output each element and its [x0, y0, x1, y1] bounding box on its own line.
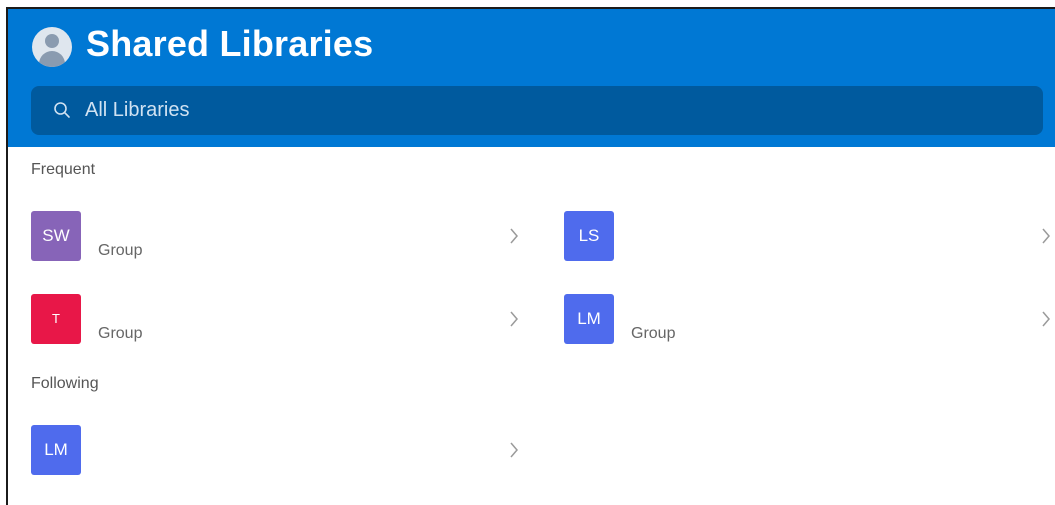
section-label-following: Following [31, 375, 99, 392]
library-item-ls[interactable]: LS [564, 209, 1055, 263]
search-icon [54, 102, 70, 118]
app-window: Shared Libraries Frequent SW Group LS T … [6, 7, 1055, 505]
chevron-right-icon [510, 311, 518, 327]
search-bar[interactable] [31, 86, 1043, 135]
library-item-lm[interactable]: LM Group [564, 292, 1055, 346]
page-title: Shared Libraries [86, 23, 374, 64]
library-subtitle: Group [98, 242, 143, 259]
person-avatar-icon[interactable] [32, 27, 72, 67]
library-avatar: LM [31, 425, 81, 475]
chevron-right-icon [1042, 311, 1050, 327]
chevron-right-icon [510, 442, 518, 458]
library-avatar: SW [31, 211, 81, 261]
library-item-sw[interactable]: SW Group [31, 209, 526, 263]
chevron-right-icon [510, 228, 518, 244]
app-header: Shared Libraries [8, 9, 1055, 147]
library-avatar: T [31, 294, 81, 344]
library-avatar: LS [564, 211, 614, 261]
library-subtitle: Group [98, 325, 143, 342]
library-avatar: LM [564, 294, 614, 344]
library-item-t[interactable]: T Group [31, 292, 526, 346]
search-input[interactable] [85, 86, 985, 135]
avatar-head-shape [45, 34, 59, 48]
library-item-lm-following[interactable]: LM [31, 423, 526, 477]
library-subtitle: Group [631, 325, 676, 342]
avatar-body-shape [39, 51, 65, 67]
chevron-right-icon [1042, 228, 1050, 244]
section-label-frequent: Frequent [31, 161, 96, 178]
